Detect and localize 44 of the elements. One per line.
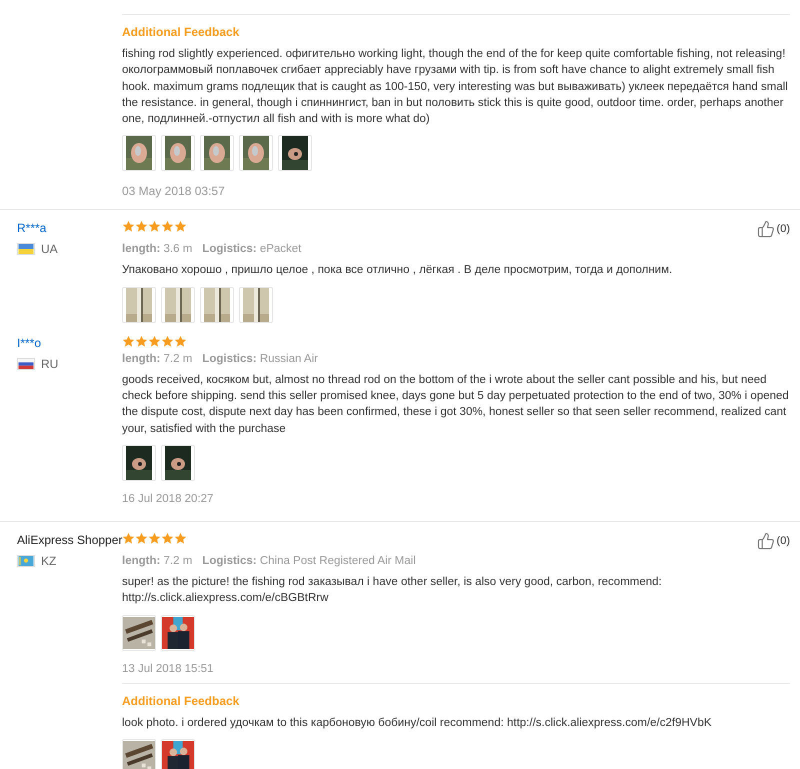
review-text: goods received, косяком but, almost no thread rod on the bottom of the i wrote about the seller cant possible and his, but need check before shipping. send this seller promised knee, days gone but 5 day perpetuated protection to the end of two, 30% i opened the dispute cost, dispute next day has been confirmed, these i got 30%, honest seller so that seen seller recommend, realized cant your, satisfied with the purchase — [122, 372, 790, 437]
country-code: KZ — [41, 554, 56, 568]
logistics-info: Logistics: China Post Registered Air Mail — [202, 554, 416, 569]
logistics-info: Logistics: ePacket — [202, 242, 302, 258]
review-date: 16 Jul 2018 20:27 — [122, 492, 214, 507]
thumbs-up-icon[interactable] — [756, 220, 775, 238]
review-date: 13 Jul 2018 15:51 — [122, 662, 214, 677]
star-icon — [122, 220, 135, 234]
star-icon — [161, 532, 174, 545]
star-icon — [174, 220, 187, 234]
reviewer-name: AliExpress Shopper — [17, 532, 122, 548]
like-count: (0) — [776, 534, 790, 549]
star-icon — [174, 334, 187, 348]
star-icon — [161, 334, 174, 348]
logistics-info: Logistics: Russian Air — [202, 352, 318, 367]
country-code: RU — [41, 356, 58, 371]
thumbs-up-icon[interactable] — [756, 532, 775, 550]
review-date: 03 May 2018 03:57 — [122, 183, 226, 200]
star-icon — [148, 334, 161, 348]
reviewer-name[interactable]: I***o — [17, 334, 122, 351]
additional-feedback-title: Additional Feedback — [122, 692, 240, 709]
like-count: (0) — [776, 222, 790, 238]
star-icon — [148, 532, 161, 545]
additional-feedback-title: Additional Feedback — [122, 24, 240, 40]
star-icon — [135, 334, 148, 348]
star-icon — [135, 532, 148, 545]
length-info: length: 7.2 m — [122, 554, 192, 569]
flag-icon — [17, 554, 35, 567]
star-icon — [161, 220, 174, 234]
review-text: super! as the picture! the fishing rod заказывал i have other seller, is also very good, carbon, recommend: http://s.click.aliexpress.com/e/cBGBtRrw — [122, 574, 663, 606]
review-text: fishing rod slightly experienced. офигительно working light, though the end of the for keep quite comfortable fishing, not releasing! околограммовый поплавочек сгибает appreciably have грузами with tip. is from soft have chance to alight extremely small fish hook. maximum grams подлещик that is caught as 100-150, very interesting was but вываживать) уклеек передаётся hand small the resistance. in general, though i спиннингист, ban in but половить stick this is quite good, outdoor time. order, perhaps another one, подлинней.-отпустил all fish and with is more what do) — [122, 47, 789, 128]
review-text: look photo. i ordered удочкам to this карбоновую бобину/coil recommend: http://s.click.aliexpress.com/e/c2f9HVbK — [122, 716, 713, 731]
star-icon — [122, 334, 135, 348]
star-icon — [174, 532, 187, 545]
review-text: Упаковано хорошо , пришло целое , пока все отлично , лёгкая . В деле просмотрим, тогда и дополним. — [122, 263, 674, 278]
star-icon — [148, 220, 161, 234]
flag-icon — [17, 243, 35, 256]
length-info: length: 7.2 m — [122, 352, 192, 367]
country-code: UA — [41, 242, 58, 256]
length-info: length: 3.6 m — [122, 242, 192, 258]
flag-icon — [17, 358, 35, 370]
reviewer-name[interactable]: R***a — [17, 220, 122, 236]
star-icon — [135, 220, 148, 234]
star-icon — [122, 532, 135, 545]
